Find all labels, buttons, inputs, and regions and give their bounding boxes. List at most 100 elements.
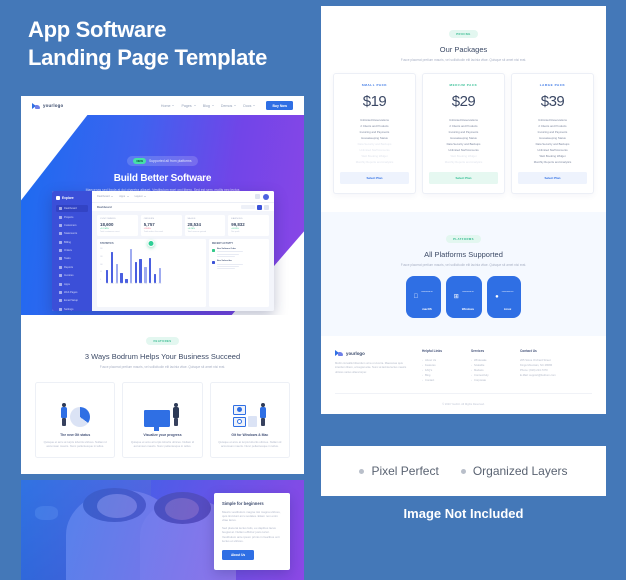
- chart-bar: [158, 267, 161, 283]
- activity-item[interactable]: New Subscriber: [211, 260, 266, 270]
- select-plan-button[interactable]: Select Plan: [429, 171, 498, 184]
- filter-button[interactable]: [241, 204, 255, 210]
- nav-item-label: Orders: [64, 249, 72, 253]
- window-icon: [232, 416, 246, 427]
- activity-icon: [211, 248, 215, 252]
- footer-column-heading: Helpful Links: [422, 349, 443, 354]
- dashboard-nav-item[interactable]: Billing: [56, 239, 88, 246]
- person-icon: [172, 402, 180, 427]
- chart-x-tick: Oct: [149, 284, 152, 285]
- features-section: FEATURES 3 Ways Bodrum Helps Your Busine…: [21, 315, 304, 474]
- nav-item-icon: [59, 207, 62, 211]
- site-logo[interactable]: yourlogo: [32, 102, 63, 110]
- about-us-button[interactable]: About Us: [222, 550, 255, 561]
- buy-now-button[interactable]: Buy Now: [266, 101, 293, 110]
- feature-card-text: Quisque et arcu at turpis lobortis ultri…: [43, 439, 107, 448]
- grid-view-icon[interactable]: [257, 204, 262, 210]
- nav-link-blog[interactable]: Blog: [203, 104, 214, 108]
- nav-links: Home Pages Blog Demos Docs Buy Now: [161, 101, 293, 110]
- feature-card-text: Quisque et arcu at turpis lobortis ultri…: [130, 439, 195, 448]
- dashboard-nav-item[interactable]: Tasks: [56, 255, 88, 262]
- footer-brand: yourlogo Morbi convallis bibendum urna u…: [335, 349, 413, 383]
- dashboard-nav-item[interactable]: Customers: [56, 222, 88, 229]
- feature-card[interactable]: The new Git status Quisque et arcu at tu…: [35, 381, 116, 458]
- chart-bar: [134, 261, 138, 283]
- features-pill: FEATURES: [146, 337, 179, 345]
- dashboard-tab-apps[interactable]: Apps: [119, 195, 129, 198]
- title-line-2: Landing Page Template: [28, 45, 267, 70]
- dashboard-nav-item[interactable]: Email Setup: [56, 297, 88, 304]
- hero-content: NEW Supported all from platforms Build B…: [21, 115, 304, 198]
- feature-badges-bar: Pixel Perfect Organized Layers: [321, 446, 606, 496]
- chart-y-tick: 0: [100, 280, 101, 281]
- dashboard-panels: STATISTICS 200 150 100 50 0 Jan Feb Mar Apr May J…: [92, 236, 274, 311]
- dashboard-tab-layout[interactable]: Layout: [135, 195, 146, 198]
- dashboard-nav-item[interactable]: Web Pages: [56, 289, 88, 296]
- dashboard-nav-item[interactable]: Statements: [56, 230, 88, 237]
- feature-card-title: Git for Windows & Mac: [231, 432, 269, 437]
- plan-price: $39: [540, 92, 565, 110]
- pricing-card[interactable]: SMALL PACK $19 Unlimited Reservations 2 Cli…: [333, 72, 416, 194]
- dashboard-sidebar: Explore Dashboard Projects Customers Statem…: [52, 191, 92, 311]
- stat-footer: Total customers count: [100, 231, 120, 233]
- chart-x-tick: Dec: [158, 284, 162, 285]
- nav-item-label: Reports: [64, 265, 74, 269]
- nav-link-home[interactable]: Home: [161, 104, 175, 108]
- footer-link[interactable]: Corporate: [471, 378, 511, 383]
- pie-chart-icon: [70, 406, 91, 427]
- nav-item-label: Billing: [64, 240, 71, 244]
- dashboard-mockup: Explore Dashboard Projects Customers Statem…: [52, 191, 274, 311]
- select-plan-button[interactable]: Select Plan: [340, 171, 409, 184]
- pricing-card[interactable]: MEDIUM PACK $29 Unlimited Reservations 2 Cl…: [422, 72, 505, 194]
- avatar[interactable]: [263, 193, 269, 200]
- dashboard-tab-dashboard[interactable]: Dashboard: [97, 195, 114, 198]
- image-not-included-notice: Image Not Included: [403, 506, 524, 521]
- nav-item-icon: [59, 282, 62, 286]
- chart-y-tick: 200: [100, 249, 103, 250]
- bell-icon[interactable]: [255, 194, 260, 199]
- dashboard-nav-item[interactable]: Apps: [56, 280, 88, 287]
- footer-link[interactable]: Contact: [422, 378, 462, 383]
- footer-column-contact: Contact Us 205 Stone Orchard Street Kings…: [520, 349, 560, 383]
- nav-link-pages[interactable]: Pages: [181, 104, 196, 108]
- nav-item-icon: [59, 257, 62, 261]
- nav-link-demos[interactable]: Demos: [221, 104, 237, 108]
- plan-feature: Monthly Reports and Analytics: [533, 159, 572, 164]
- dashboard-nav-item[interactable]: Projects: [56, 213, 88, 220]
- dashboard-nav-item[interactable]: Orders: [56, 247, 88, 254]
- dashboard-nav-item[interactable]: Invoices: [56, 272, 88, 279]
- dashboard-nav-item[interactable]: Dashboard: [56, 205, 88, 213]
- stat-card: ORDERS 5,757 -2.18% Total orders this week: [140, 215, 182, 236]
- hero-badge: NEW Supported all from platforms: [127, 156, 198, 166]
- activity-item[interactable]: New Software Order: [211, 248, 266, 258]
- landing-page-sheet-cta: Simple for beginners Mauris vestibulum m…: [21, 479, 304, 580]
- feature-card[interactable]: Visualize your progress Quisque et arcu …: [122, 381, 203, 458]
- download-button-windows[interactable]: ⊞ Download on Windows: [445, 276, 483, 319]
- stat-footer: Total revenue gained: [187, 231, 207, 233]
- nav-item-label: Web Pages: [64, 290, 78, 294]
- chart-bar: [106, 270, 109, 283]
- stat-delta: +8.91%: [231, 227, 239, 230]
- chart-x-tick: Nov: [153, 284, 157, 285]
- select-plan-button[interactable]: Select Plan: [518, 171, 587, 184]
- chart-action-icon[interactable]: [147, 240, 155, 247]
- landing-page-sheet-top: yourlogo Home Pages Blog Demos Docs Buy …: [21, 96, 304, 474]
- platforms-section: PLATFORMS All Platforms Supported Fusce …: [321, 211, 606, 337]
- dashboard-nav-item[interactable]: Settings: [56, 306, 88, 312]
- feature-card[interactable]: Git for Windows & Mac Quisque et arcu at…: [209, 381, 290, 458]
- nav-link-docs[interactable]: Docs: [243, 104, 256, 108]
- plan-name: MEDIUM PACK: [449, 82, 478, 87]
- site-footer: yourlogo Morbi convallis bibendum urna u…: [321, 336, 606, 384]
- download-button-macos[interactable]: Download on macOS: [405, 276, 441, 319]
- chevron-down-icon: [211, 105, 214, 106]
- pricing-card[interactable]: LARGE PACK $39 Unlimited Reservations 2 Cli…: [511, 72, 594, 194]
- chart-x-tick: Sep: [144, 284, 148, 285]
- download-button-linux[interactable]: ● Download on Linux: [487, 276, 522, 319]
- dashboard-nav-item[interactable]: Reports: [56, 264, 88, 271]
- person-icon: [60, 402, 68, 427]
- bullet-icon: [359, 468, 365, 474]
- chart-bars: [100, 249, 203, 283]
- platforms-heading: All Platforms Supported: [424, 249, 503, 259]
- recent-activity-card: RECENT ACTIVITY New Software Order New S…: [208, 239, 269, 307]
- list-view-icon[interactable]: [264, 204, 269, 210]
